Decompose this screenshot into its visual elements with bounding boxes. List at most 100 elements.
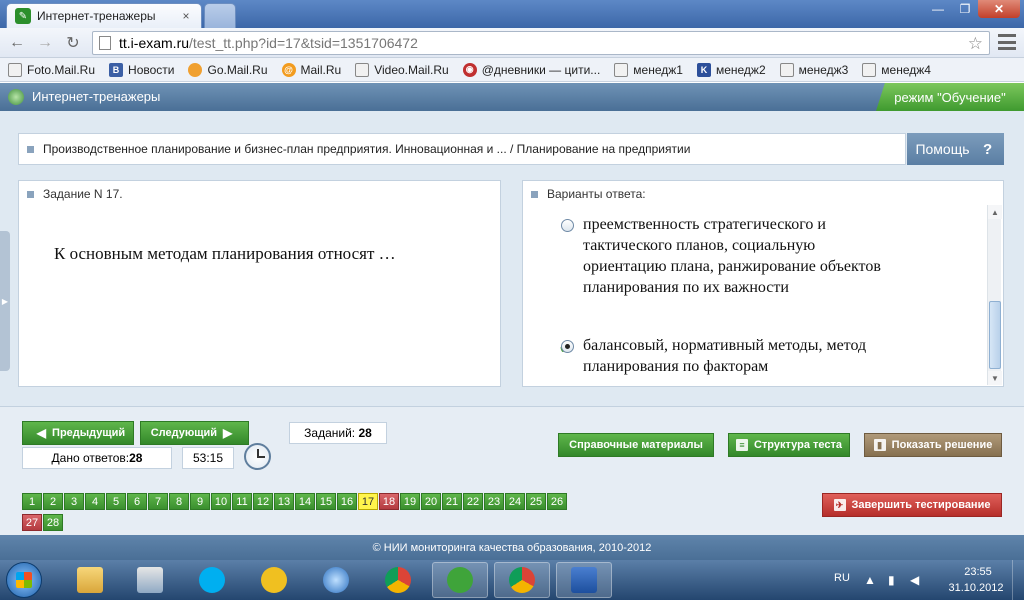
utorrent-icon <box>447 567 473 593</box>
bookmark-item[interactable]: Foto.Mail.Ru <box>8 62 95 77</box>
forward-arrow-icon[interactable]: → <box>34 32 56 54</box>
taskbar-paint[interactable] <box>122 562 178 598</box>
scroll-thumb[interactable] <box>989 301 1001 369</box>
taskbar-utorrent[interactable] <box>432 562 488 598</box>
back-arrow-icon[interactable]: ← <box>6 32 28 54</box>
browser-menu-icon[interactable] <box>998 34 1016 50</box>
scroll-up-icon[interactable]: ▲ <box>988 205 1002 219</box>
answered-count: Дано ответов: 28 <box>22 447 172 469</box>
task-number-23[interactable]: 23 <box>484 493 504 510</box>
word-icon <box>571 567 597 593</box>
network-icon[interactable]: ▮ <box>888 573 895 587</box>
task-number-17[interactable]: 17 <box>358 493 378 510</box>
address-bar[interactable]: tt.i-exam.ru/test_tt.php?id=17&tsid=1351… <box>92 31 990 55</box>
show-solution-button[interactable]: ▮ Показать решение <box>864 433 1002 457</box>
task-number-13[interactable]: 13 <box>274 493 294 510</box>
task-number-7[interactable]: 7 <box>148 493 168 510</box>
window-maximize-button[interactable]: ❐ <box>952 0 978 18</box>
answer-option[interactable]: балансовый, нормативный методы, метод пл… <box>561 335 883 377</box>
bookmark-item[interactable]: менедж3 <box>779 62 848 77</box>
task-number-11[interactable]: 11 <box>232 493 252 510</box>
arrow-right-icon: ▶ <box>223 426 233 440</box>
url-host: tt.i-exam.ru <box>119 35 190 51</box>
answer-radio-selected[interactable] <box>561 340 574 353</box>
tab-title: Интернет-тренажеры <box>37 9 156 23</box>
task-number-5[interactable]: 5 <box>106 493 126 510</box>
task-number-8[interactable]: 8 <box>169 493 189 510</box>
bookmark-item[interactable]: менедж4 <box>862 62 931 77</box>
taskbar-explorer[interactable] <box>62 562 118 598</box>
chrome-icon <box>509 567 535 593</box>
tray-arrow-icon[interactable]: ▲ <box>864 573 876 587</box>
task-number-10[interactable]: 10 <box>211 493 231 510</box>
task-number-9[interactable]: 9 <box>190 493 210 510</box>
window-close-button[interactable]: ✕ <box>978 0 1020 18</box>
answer-option[interactable]: преемственность стратегического и тактич… <box>561 214 883 298</box>
show-desktop-button[interactable] <box>1012 560 1024 600</box>
task-number-19[interactable]: 19 <box>400 493 420 510</box>
volume-icon[interactable]: ◀ <box>910 573 919 587</box>
taskbar-skype[interactable] <box>184 562 240 598</box>
task-number-4[interactable]: 4 <box>85 493 105 510</box>
clock-time[interactable]: 23:55 <box>958 566 998 578</box>
task-number-20[interactable]: 20 <box>421 493 441 510</box>
skype-icon <box>199 567 225 593</box>
bookmark-item[interactable]: Kменедж2 <box>696 62 766 77</box>
task-number-24[interactable]: 24 <box>505 493 525 510</box>
test-structure-button[interactable]: ≡ Структура теста <box>728 433 850 457</box>
bullet-square-icon <box>27 190 34 198</box>
window-minimize-button[interactable]: — <box>924 0 952 18</box>
next-button[interactable]: Следующий ▶ <box>140 421 249 445</box>
reload-icon[interactable]: ↻ <box>62 32 84 54</box>
site-favicon-icon: ✎ <box>15 8 31 24</box>
taskbar-chrome[interactable] <box>370 562 426 598</box>
scroll-down-icon[interactable]: ▼ <box>988 371 1002 385</box>
task-number-3[interactable]: 3 <box>64 493 84 510</box>
page-icon <box>614 62 629 77</box>
task-number-25[interactable]: 25 <box>526 493 546 510</box>
bookmark-item[interactable]: B Новости <box>109 62 174 77</box>
task-number-27[interactable]: 27 <box>22 514 42 531</box>
task-number-6[interactable]: 6 <box>127 493 147 510</box>
task-number-2[interactable]: 2 <box>43 493 63 510</box>
keyboard-language[interactable]: RU <box>834 572 850 584</box>
start-button[interactable] <box>6 562 42 598</box>
bookmark-item[interactable]: Video.Mail.Ru <box>355 62 449 77</box>
tab-active[interactable]: ✎ Интернет-тренажеры × <box>6 3 202 28</box>
previous-button[interactable]: ◀ Предыдущий <box>22 421 134 445</box>
bookmark-item[interactable]: Go.Mail.Ru <box>188 62 268 77</box>
taskbar-word[interactable] <box>556 562 612 598</box>
task-number-28[interactable]: 28 <box>43 514 63 531</box>
bookmark-star-icon[interactable]: ☆ <box>968 34 983 54</box>
bookmark-item[interactable]: менедж1 <box>614 62 683 77</box>
taskbar-chrome-active[interactable] <box>494 562 550 598</box>
answers-header: Варианты ответа: <box>531 187 646 201</box>
task-number-16[interactable]: 16 <box>337 493 357 510</box>
answers-scrollbar[interactable]: ▲ ▼ <box>987 205 1002 385</box>
bookmark-item[interactable]: ◉ @дневники — цити... <box>462 62 600 77</box>
task-number-21[interactable]: 21 <box>442 493 462 510</box>
question-panel: Задание N 17. К основным методам планиро… <box>18 180 501 387</box>
taskbar-itunes[interactable] <box>308 562 364 598</box>
finish-test-button[interactable]: ✈ Завершить тестирование <box>822 493 1002 517</box>
answer-text: преемственность стратегического и тактич… <box>583 216 881 296</box>
bookmark-item[interactable]: @ Mail.Ru <box>281 62 341 77</box>
bookmarks-bar: Foto.Mail.Ru B Новости Go.Mail.Ru @ Mail.R… <box>0 58 1024 82</box>
reference-materials-button[interactable]: Справочные материалы <box>558 433 714 457</box>
page-icon <box>779 62 794 77</box>
clock-date[interactable]: 31.10.2012 <box>944 582 1008 594</box>
new-tab-button[interactable] <box>204 3 236 28</box>
task-number-22[interactable]: 22 <box>463 493 483 510</box>
task-number-14[interactable]: 14 <box>295 493 315 510</box>
task-number-26[interactable]: 26 <box>547 493 567 510</box>
task-number-18[interactable]: 18 <box>379 493 399 510</box>
side-panel-toggle-icon[interactable]: ▶ <box>0 231 10 371</box>
task-number-1[interactable]: 1 <box>22 493 42 510</box>
test-controls: ◀ Предыдущий Следующий ▶ Дано ответов: 28… <box>0 406 1024 535</box>
task-number-15[interactable]: 15 <box>316 493 336 510</box>
taskbar-vuze[interactable] <box>246 562 302 598</box>
help-button[interactable]: Помощь ? <box>907 133 1004 165</box>
task-number-12[interactable]: 12 <box>253 493 273 510</box>
answer-radio[interactable] <box>561 219 574 232</box>
tab-close-icon[interactable]: × <box>179 9 193 23</box>
